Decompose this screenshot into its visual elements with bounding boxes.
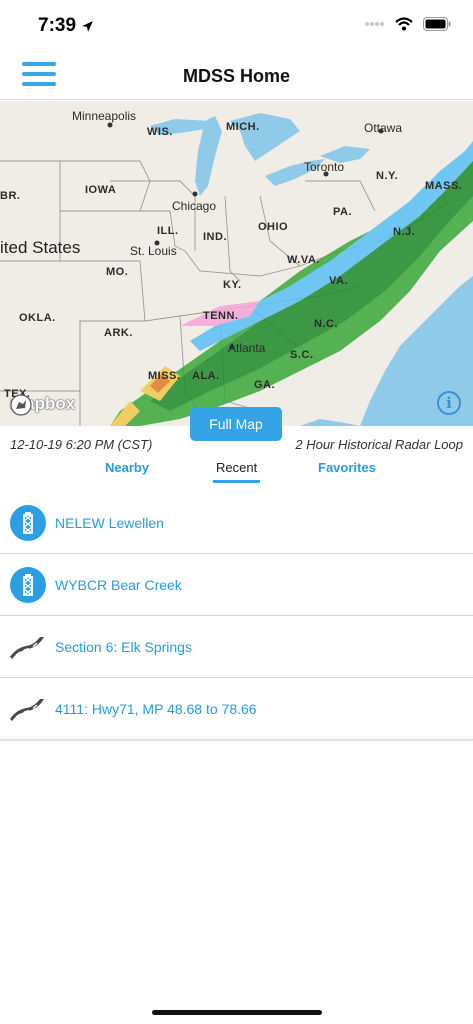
map-state-label: W.VA. <box>287 254 320 266</box>
map-state-label: VA. <box>329 275 349 287</box>
tab-recent[interactable]: Recent <box>216 460 257 475</box>
tab-nearby[interactable]: Nearby <box>105 460 149 475</box>
radar-loop-label: 2 Hour Historical Radar Loop <box>295 437 463 452</box>
list-item-label: 4111: Hwy71, MP 48.68 to 78.66 <box>55 700 257 717</box>
road-icon <box>10 637 44 659</box>
list-item[interactable]: WYBCR Bear Creek <box>0 554 473 616</box>
map-state-label: OHIO <box>258 221 289 233</box>
tab-bar: Nearby Recent Favorites <box>0 458 473 488</box>
map-state-label: N.J. <box>393 226 416 238</box>
list-item[interactable]: NELEW Lewellen <box>0 492 473 554</box>
map-state-label: MASS. <box>425 180 463 192</box>
status-time: 7:39 <box>38 15 94 37</box>
map-state-label: MISS. <box>148 370 181 382</box>
list-item[interactable]: Section 6: Elk Springs <box>0 616 473 678</box>
battery-icon <box>423 17 451 31</box>
mapbox-logo-icon <box>10 394 32 416</box>
map-state-label: ARK. <box>104 327 133 339</box>
map-state-label: TENN. <box>203 310 239 322</box>
map-state-label: S.C. <box>290 349 314 361</box>
map-state-label: BR. <box>0 190 21 202</box>
signal-icon <box>365 22 384 26</box>
list-item-label: Section 6: Elk Springs <box>55 638 192 655</box>
map-city-label: Minneapolis <box>72 109 137 123</box>
radar-map[interactable]: WIS. MICH. IOWA ILL. IND. OHIO PA. N.Y. … <box>0 101 473 426</box>
map-city-label: Toronto <box>304 160 345 174</box>
map-state-label: N.Y. <box>376 170 399 182</box>
list-item[interactable]: 4111: Hwy71, MP 48.68 to 78.66 <box>0 678 473 740</box>
map-state-label: KY. <box>223 279 242 291</box>
map-state-label: MICH. <box>226 121 260 133</box>
home-indicator[interactable] <box>152 1010 322 1015</box>
clock: 7:39 <box>38 15 77 36</box>
map-state-label: N.C. <box>314 318 338 330</box>
road-icon <box>10 699 44 721</box>
map-state-label: GA. <box>254 379 276 391</box>
map-state-label: IOWA <box>85 184 117 196</box>
map-city-label: Ottawa <box>364 121 403 135</box>
status-bar: 7:39 <box>0 0 473 50</box>
map-city-label: Atlanta <box>228 341 266 355</box>
active-tab-indicator <box>213 480 260 483</box>
location-arrow-icon <box>82 20 93 32</box>
list-item-label: NELEW Lewellen <box>55 514 164 531</box>
page-title: MDSS Home <box>182 66 290 86</box>
map-info-icon[interactable]: i <box>437 391 461 415</box>
map-state-label: PA. <box>333 206 353 218</box>
station-icon <box>10 505 46 541</box>
recent-list: NELEW Lewellen WYBCR Bear Creek Section … <box>0 492 473 740</box>
mapbox-logo[interactable]: mapbox <box>10 394 75 416</box>
map-country-label: ited States <box>0 238 81 257</box>
map-city-label: Chicago <box>172 199 217 213</box>
tab-favorites[interactable]: Favorites <box>318 460 376 475</box>
full-map-button[interactable]: Full Map <box>190 407 282 441</box>
map-state-label: IND. <box>203 231 227 243</box>
map-state-label: OKLA. <box>19 312 56 324</box>
map-state-label: ILL. <box>157 225 179 237</box>
map-city-label: St. Louis <box>130 244 177 258</box>
map-state-label: WIS. <box>147 126 173 138</box>
map-canvas <box>0 113 473 426</box>
status-indicators <box>365 17 451 31</box>
list-item-label: WYBCR Bear Creek <box>55 576 182 593</box>
wifi-icon <box>395 17 413 31</box>
station-icon <box>10 567 46 603</box>
nav-bar: MDSS Home <box>0 50 473 100</box>
map-state-label: ALA. <box>192 370 220 382</box>
radar-timestamp: 12-10-19 6:20 PM (CST) <box>10 437 153 452</box>
map-state-label: MO. <box>106 266 129 278</box>
